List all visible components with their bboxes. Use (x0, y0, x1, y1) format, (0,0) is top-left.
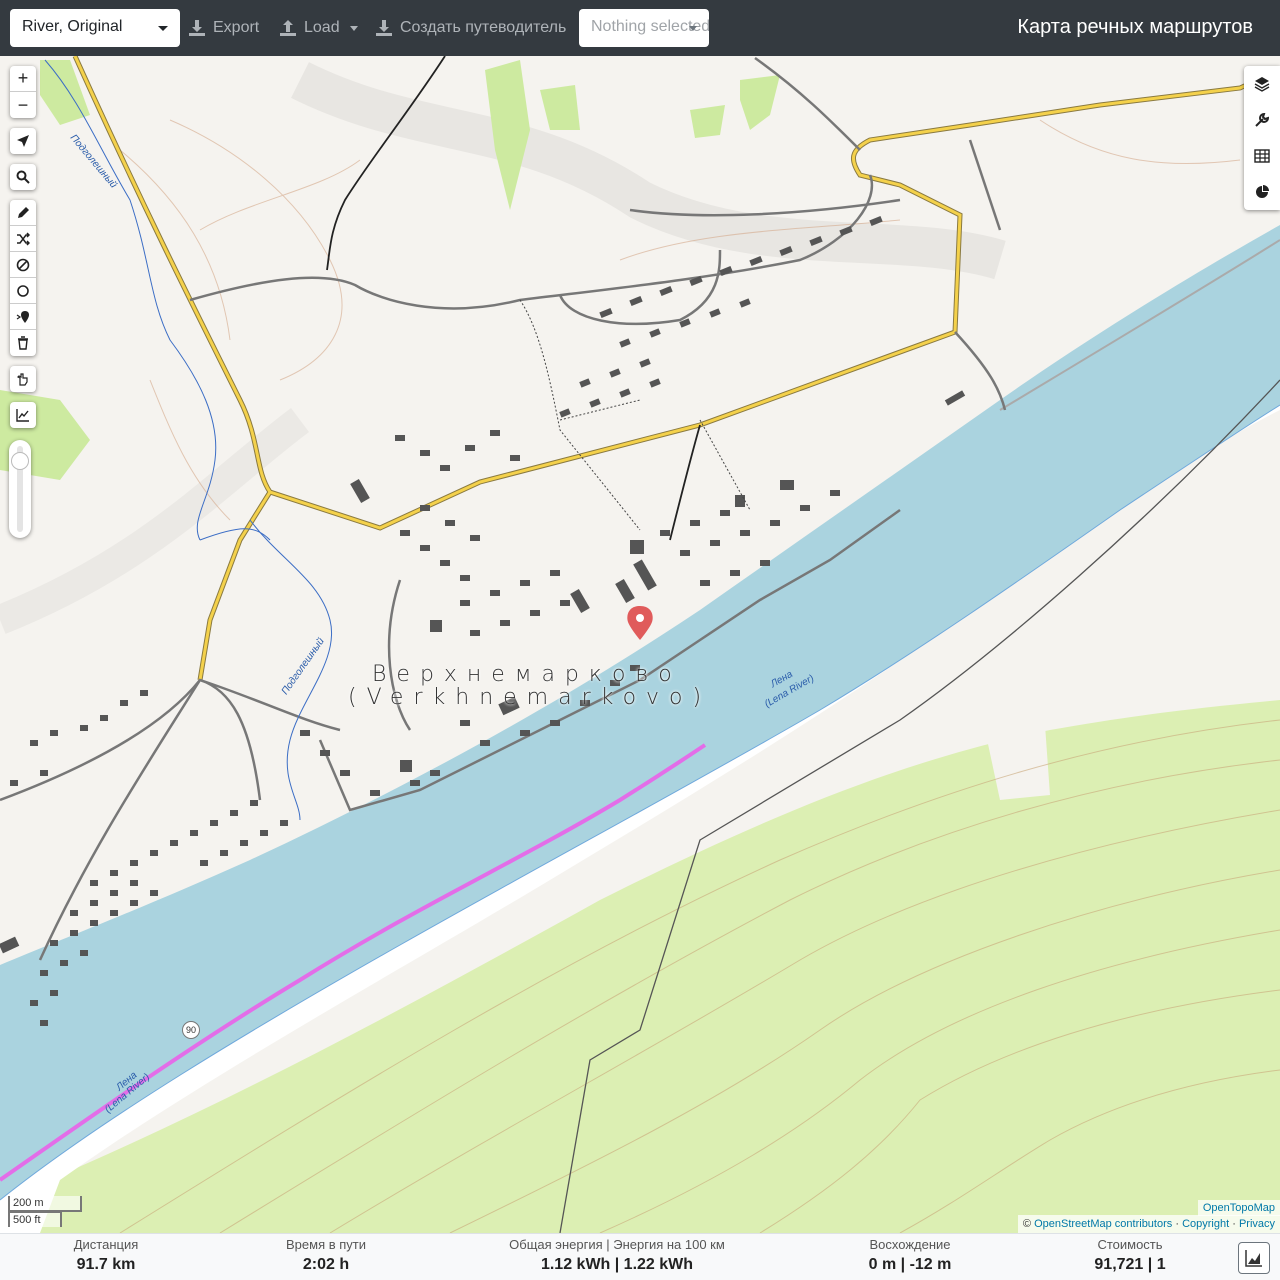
create-guide-button[interactable]: Создать путеводитель (374, 14, 566, 42)
stat-energy: Общая энергия | Энергия на 100 км 1.12 k… (507, 1237, 727, 1277)
elevation-control (10, 402, 36, 428)
route-stats-bar: Дистанция 91.7 km Время в пути 2:02 h Об… (0, 1233, 1280, 1280)
osm-link[interactable]: OpenStreetMap contributors (1034, 1218, 1172, 1230)
pie-chart-icon (1256, 185, 1269, 198)
map-canvas[interactable]: Верхнемарково (Verkhnemarkovo) Лена (Len… (0, 56, 1280, 1233)
table-button[interactable] (1244, 138, 1280, 174)
reverse-route-button[interactable] (10, 226, 36, 252)
chevron-down-icon (349, 25, 358, 31)
chevron-down-icon (689, 26, 697, 31)
town-label-latin: (Verkhnemarkovo) (348, 685, 712, 710)
segment-select[interactable]: Nothing selected (579, 9, 709, 47)
table-icon (1254, 149, 1270, 163)
waypoint-button[interactable] (10, 304, 36, 330)
delete-route-button[interactable] (10, 330, 36, 356)
app-title: Карта речных маршрутов (1017, 16, 1253, 38)
right-toolbar (1244, 66, 1280, 210)
stat-value: 0 m | -12 m (868, 1256, 952, 1273)
stat-label: Общая энергия | Энергия на 100 км (509, 1237, 725, 1252)
download-icon (189, 20, 205, 36)
map-tiles (0, 56, 1280, 1233)
location-arrow-icon (17, 135, 29, 147)
layers-icon (1254, 77, 1270, 92)
pencil-icon (18, 206, 29, 218)
separator: · (1232, 1218, 1236, 1230)
stat-ascent: Восхождение 0 m | -12 m (855, 1237, 965, 1277)
locate-control (10, 128, 36, 154)
line-chart-icon (16, 409, 29, 422)
scale-bar: 200 m 500 ft (8, 1196, 82, 1227)
zoom-in-button[interactable]: + (10, 66, 36, 92)
shuffle-icon (17, 231, 30, 246)
search-control (10, 164, 36, 190)
zoom-control: + − (10, 66, 36, 118)
stat-label: Дистанция (73, 1237, 139, 1252)
circle-button[interactable] (10, 278, 36, 304)
wrench-icon (1255, 112, 1270, 127)
undo-control (10, 366, 36, 392)
stat-label: Стоимость (1097, 1237, 1163, 1252)
download-icon (376, 20, 392, 36)
export-button[interactable]: Export (187, 14, 259, 42)
hand-pointer-icon (16, 373, 28, 386)
stat-value: 91.7 km (76, 1256, 136, 1273)
opentopomap-link[interactable]: OpenTopoMap (1203, 1202, 1275, 1214)
profile-select[interactable]: River, Original (10, 9, 180, 47)
scale-metric: 200 m (8, 1196, 82, 1212)
pointer-button[interactable] (10, 366, 36, 392)
circle-icon (17, 284, 29, 297)
stat-value: 91,721 | 1 (1094, 1256, 1166, 1273)
area-chart-icon (1245, 1250, 1262, 1267)
copyright-link[interactable]: Copyright (1182, 1218, 1229, 1230)
elevation-button[interactable] (10, 402, 36, 428)
load-button[interactable]: Load (278, 14, 358, 42)
locate-button[interactable] (10, 128, 36, 154)
scale-imperial: 500 ft (8, 1211, 62, 1227)
upload-icon (280, 20, 296, 36)
analysis-button[interactable] (1244, 174, 1280, 210)
town-label: Верхнемарково (372, 662, 682, 687)
settings-button[interactable] (1244, 102, 1280, 138)
create-guide-label: Создать путеводитель (400, 19, 567, 36)
stat-distance: Дистанция 91.7 km (56, 1237, 156, 1277)
load-label: Load (304, 19, 340, 36)
search-icon (16, 170, 30, 184)
layers-button[interactable] (1244, 66, 1280, 102)
attribution: OpenTopoMap © OpenStreetMap contributors… (1017, 1200, 1280, 1233)
road-number-badge: 90 (182, 1021, 200, 1039)
stat-label: Восхождение (869, 1237, 951, 1252)
chevron-down-icon (158, 26, 168, 31)
nogo-area-button[interactable] (10, 252, 36, 278)
stat-value: 2:02 h (302, 1256, 350, 1273)
draw-toolbar (10, 200, 36, 356)
privacy-link[interactable]: Privacy (1239, 1218, 1275, 1230)
opacity-slider[interactable] (9, 440, 31, 538)
zoom-out-button[interactable]: − (10, 92, 36, 118)
profile-select-value: River, Original (22, 18, 123, 35)
search-button[interactable] (10, 164, 36, 190)
stat-cost: Стоимость 91,721 | 1 (1080, 1237, 1180, 1277)
elevation-chart-button[interactable] (1238, 1242, 1270, 1274)
export-label: Export (213, 19, 260, 36)
map-marker-icon (16, 310, 29, 323)
trash-icon (18, 336, 28, 350)
slider-handle[interactable] (11, 452, 29, 470)
ban-icon (16, 258, 30, 271)
copyright-symbol: © (1022, 1218, 1032, 1230)
stat-value: 1.12 kWh | 1.22 kWh (540, 1256, 694, 1273)
stat-travel-time: Время в пути 2:02 h (266, 1237, 386, 1277)
separator: · (1175, 1218, 1179, 1230)
top-navbar: River, Original Export Load Создать путе… (0, 0, 1280, 56)
draw-route-button[interactable] (10, 200, 36, 226)
stat-label: Время в пути (286, 1237, 366, 1252)
